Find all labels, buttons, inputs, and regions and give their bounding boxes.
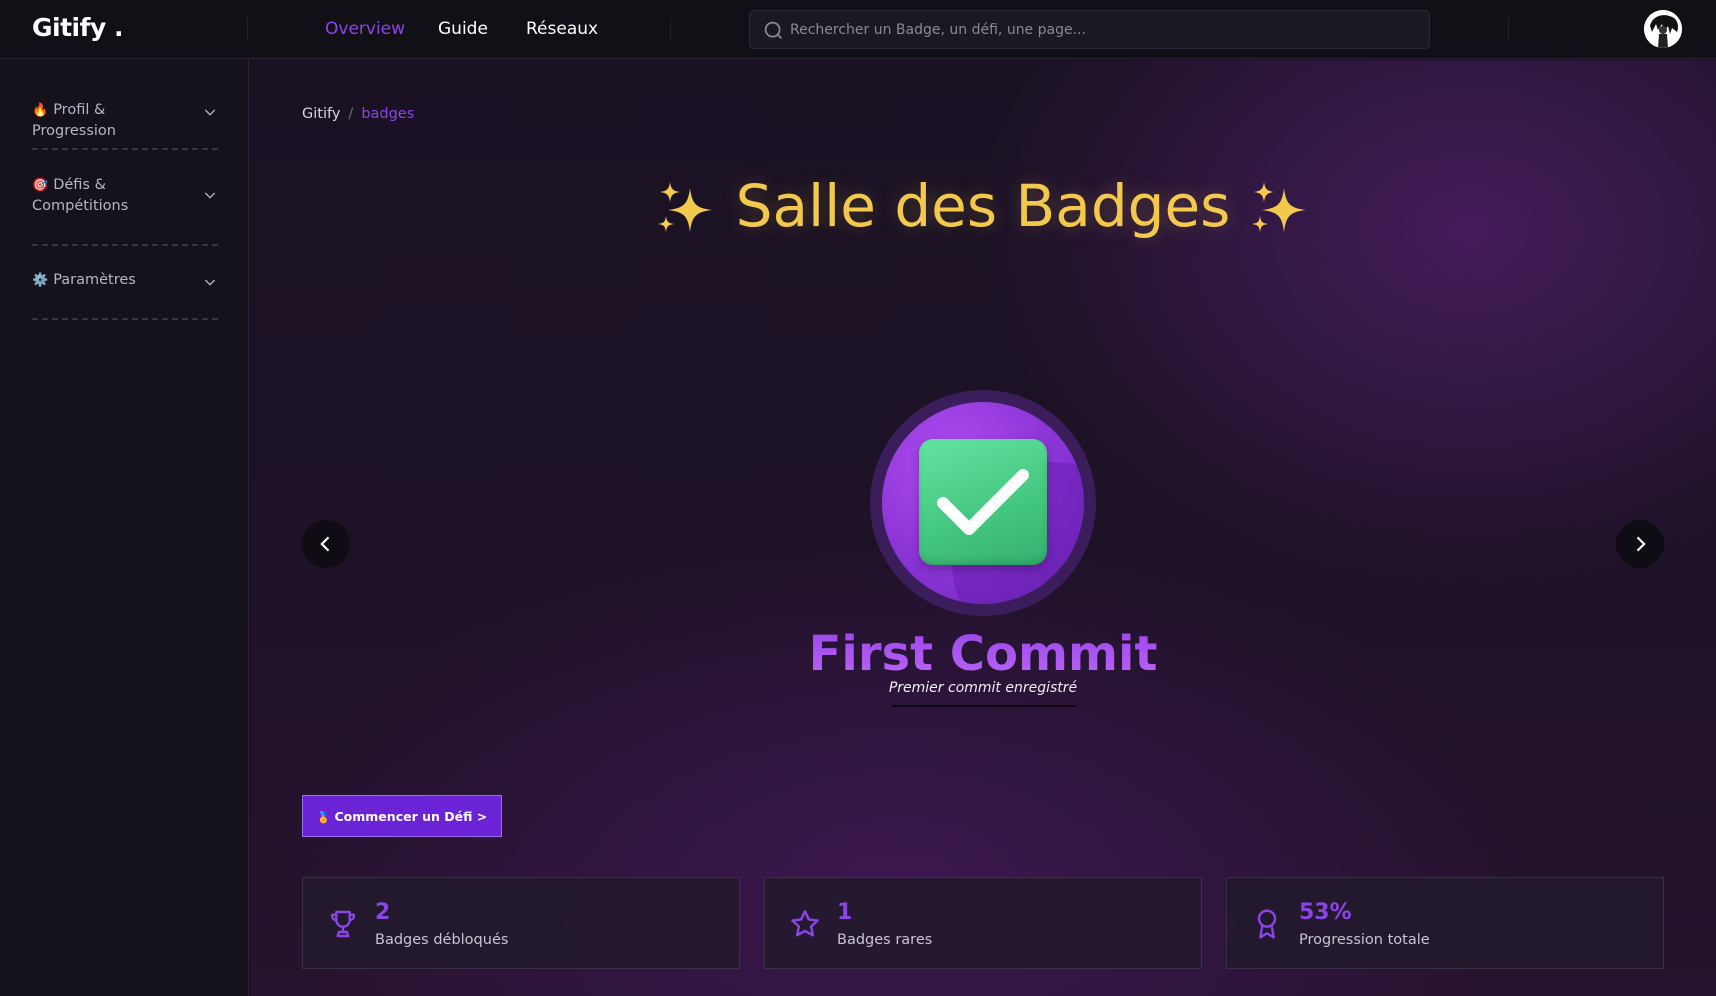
stat-value: 53% (1299, 900, 1352, 925)
start-challenge-button[interactable]: 🏅 Commencer un Défi > (302, 795, 502, 837)
chevron-down-icon (204, 109, 216, 116)
award-ribbon-icon (1257, 909, 1277, 939)
stat-card-rare-badges: 1 Badges rares (764, 877, 1202, 969)
sidebar-item-profil[interactable]: 🔥 Profil & Progression (32, 100, 218, 142)
carousel-prev-button[interactable] (302, 520, 350, 568)
search-bar (749, 10, 1430, 49)
divider (670, 18, 671, 42)
star-icon (791, 910, 819, 937)
breadcrumb-root[interactable]: Gitify (302, 106, 340, 122)
sidebar: 🔥 Profil & Progression 🎯 Défis & Compétiti… (0, 60, 249, 996)
sidebar-item-defis[interactable]: 🎯 Défis & Compétitions (32, 175, 218, 217)
chevron-left-icon (320, 536, 330, 552)
stat-card-badges-unlocked: 2 Badges débloqués (302, 877, 740, 969)
stat-value: 2 (375, 900, 391, 925)
badge-description: Premier commit enregistré (888, 680, 1078, 696)
divider (891, 705, 1077, 707)
stat-label: Badges rares (837, 932, 933, 948)
divider (32, 244, 218, 246)
stat-value: 1 (837, 900, 853, 925)
page-title: Salle des Badges (250, 172, 1716, 240)
badge-medallion (870, 390, 1096, 616)
divider (32, 148, 218, 150)
breadcrumb-current: badges (361, 106, 415, 122)
start-challenge-label: Commencer un Défi > (334, 808, 488, 824)
divider (247, 18, 248, 42)
nav-reseaux[interactable]: Réseaux (526, 19, 598, 39)
stat-label: Progression totale (1299, 932, 1430, 948)
sparkles-icon (1252, 181, 1307, 232)
target-icon: 🎯 (32, 178, 49, 193)
user-avatar[interactable] (1644, 10, 1682, 48)
sparkles-icon (657, 181, 712, 232)
breadcrumb-separator: / (348, 106, 354, 122)
gear-icon: ⚙️ (32, 273, 49, 288)
main-content: Gitify / badges Salle des Badges First Com (250, 60, 1716, 996)
divider (32, 318, 218, 320)
carousel-next-button[interactable] (1616, 520, 1664, 568)
page-title-text: Salle des Badges (735, 172, 1231, 240)
search-icon (764, 21, 782, 39)
badge-name: First Commit (250, 626, 1716, 682)
chevron-right-icon (1636, 536, 1646, 552)
stat-card-total-progress: 53% Progression totale (1226, 877, 1664, 969)
flame-icon: 🔥 (32, 103, 49, 118)
stat-label: Badges débloqués (375, 932, 509, 948)
sidebar-item-label: Paramètres (53, 272, 136, 288)
nav-guide[interactable]: Guide (438, 19, 488, 39)
medal-icon: 🏅 (316, 810, 331, 824)
breadcrumb: Gitify / badges (302, 106, 414, 122)
trophy-icon (330, 910, 356, 938)
app-logo[interactable]: Gitify . (32, 13, 123, 42)
sidebar-item-parametres[interactable]: ⚙️ Paramètres (32, 270, 218, 291)
search-input[interactable] (790, 11, 1410, 48)
chevron-down-icon (204, 279, 216, 286)
chevron-down-icon (204, 192, 216, 199)
nav-overview[interactable]: Overview (325, 19, 405, 39)
top-bar: Gitify . Overview Guide Réseaux (0, 0, 1716, 59)
check-box-icon (919, 439, 1047, 565)
divider (1508, 18, 1509, 42)
